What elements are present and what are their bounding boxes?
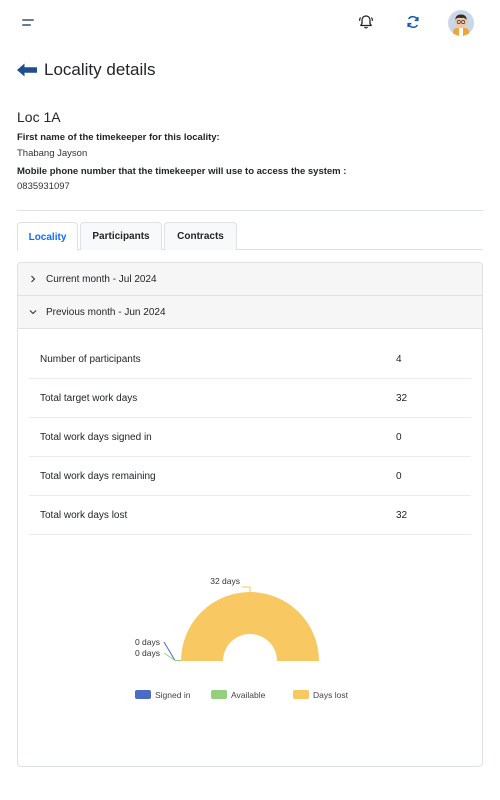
- stat-row-target-days: Total target work days 32: [29, 379, 471, 418]
- stat-label: Number of participants: [40, 354, 141, 365]
- stat-row-lost: Total work days lost 32: [29, 496, 471, 535]
- days-chart: 0 days0 days 32 days Signed in Available Day…: [135, 576, 349, 700]
- chart-label-line: [163, 641, 181, 661]
- top-bar: [0, 0, 500, 46]
- menu-icon[interactable]: [22, 17, 36, 29]
- stat-value: 0: [396, 471, 402, 482]
- accordion-current-month[interactable]: Current month - Jul 2024: [18, 263, 482, 296]
- page-title: Locality details: [44, 60, 156, 79]
- legend-label: Available: [231, 690, 266, 700]
- arrow-left-icon[interactable]: [16, 62, 38, 78]
- phone-value: 0835931097: [17, 181, 70, 192]
- stat-value: 32: [396, 510, 408, 521]
- chart-data-label: 32 days: [210, 576, 240, 586]
- phone-label: Mobile phone number that the timekeeper …: [17, 166, 347, 177]
- chevron-right-icon: [31, 275, 36, 283]
- locality-panel: Current month - Jul 2024 Previous month …: [17, 262, 483, 767]
- refresh-icon[interactable]: [405, 14, 421, 30]
- stat-value: 32: [396, 393, 408, 404]
- tab-locality[interactable]: Locality: [17, 222, 78, 251]
- chart-data-label: 0 days: [135, 648, 160, 658]
- legend-item[interactable]: Signed in: [135, 690, 191, 700]
- stat-value: 0: [396, 432, 402, 443]
- accordion-previous-month[interactable]: Previous month - Jun 2024: [18, 296, 482, 329]
- legend-item[interactable]: Available: [211, 690, 266, 700]
- accordion-label: Current month - Jul 2024: [46, 273, 157, 285]
- timekeeper-value: Thabang Jayson: [17, 148, 88, 159]
- stat-row-remaining: Total work days remaining 0: [29, 457, 471, 496]
- stat-value: 4: [396, 354, 402, 365]
- chart-label-line: [242, 586, 251, 592]
- chart-data-label: 0 days: [135, 637, 160, 647]
- tab-bar: Locality Participants Contracts: [17, 222, 483, 251]
- legend-item[interactable]: Days lost: [293, 690, 349, 700]
- chart-slice-days-lost: [181, 592, 319, 661]
- stat-row-participants: Number of participants 4: [29, 340, 471, 379]
- divider: [17, 210, 483, 211]
- tab-contracts[interactable]: Contracts: [164, 222, 237, 250]
- bell-icon[interactable]: [357, 13, 375, 31]
- legend-swatch: [293, 690, 309, 699]
- stat-label: Total work days signed in: [40, 432, 152, 443]
- chevron-down-icon: [29, 310, 37, 315]
- legend-label: Days lost: [313, 690, 349, 700]
- legend-swatch: [135, 690, 151, 699]
- legend-label: Signed in: [155, 690, 191, 700]
- stat-label: Total target work days: [40, 393, 138, 404]
- stat-label: Total work days lost: [40, 510, 128, 521]
- tab-participants[interactable]: Participants: [80, 222, 162, 250]
- legend-swatch: [211, 690, 227, 699]
- avatar[interactable]: [448, 10, 474, 36]
- page-header: Locality details: [16, 58, 156, 82]
- timekeeper-label: First name of the timekeeper for this lo…: [17, 132, 220, 143]
- locality-name: Loc 1A: [17, 109, 61, 125]
- stat-label: Total work days remaining: [40, 471, 156, 482]
- stat-row-signed-in: Total work days signed in 0: [29, 418, 471, 457]
- accordion-label: Previous month - Jun 2024: [46, 306, 166, 318]
